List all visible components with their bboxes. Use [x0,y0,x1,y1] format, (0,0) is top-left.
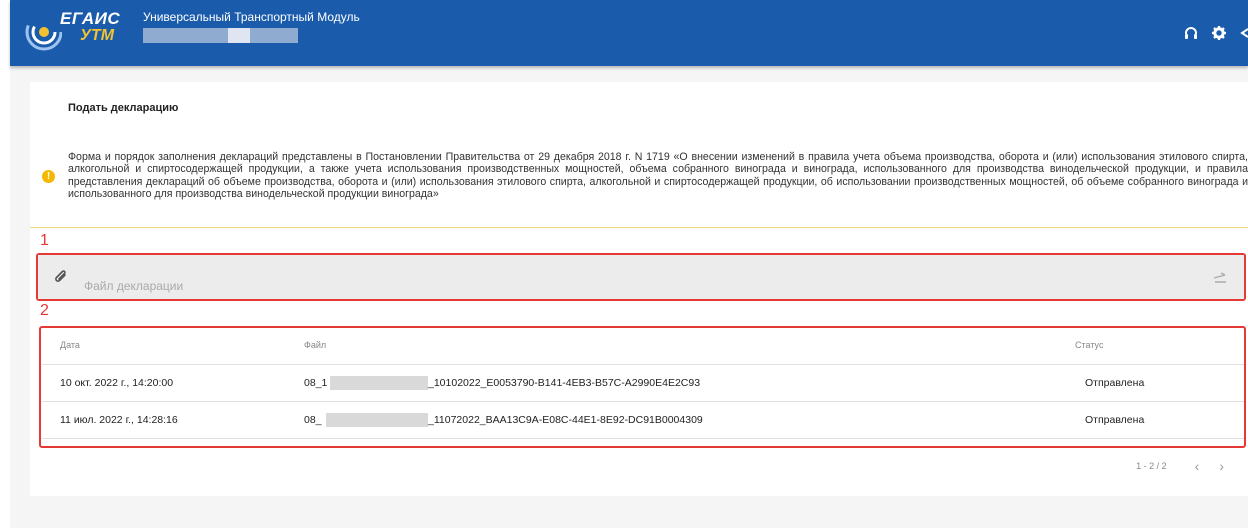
table-row[interactable]: 11 июл. 2022 г., 14:28:16 08_ _11072022_… [42,401,1244,438]
pagination-range: 1 - 2 / 2 [1136,461,1167,471]
app-title: Универсальный Транспортный Модуль [143,10,360,24]
logout-icon[interactable] [1240,26,1248,45]
cell-status: Отправлена [1085,377,1145,389]
logo-swirl-icon [25,13,62,51]
column-header-status[interactable]: Статус [1075,340,1103,350]
prev-page-icon[interactable]: ‹ [1195,458,1200,474]
column-header-date[interactable]: Дата [60,340,80,350]
redacted-org-info [143,28,298,43]
redacted-file-id [330,376,428,390]
main-content: Подать декларацию ! Форма и порядок запо… [30,82,1248,496]
table-row[interactable]: 10 окт. 2022 г., 14:20:00 08_1 _10102022… [42,364,1244,401]
top-bar: ЕГАИС УТМ Универсальный Транспортный Мод… [10,0,1248,66]
next-page-icon[interactable]: › [1219,458,1224,474]
cell-file-suffix: _11072022_BAA13C9A-E08C-44E1-8E92-DC91B0… [428,414,703,426]
logo-text-egais: ЕГАИС [60,9,121,28]
pagination: 1 - 2 / 2 ‹ › [1136,458,1224,474]
cell-file-prefix: 08_1 [304,377,328,389]
notice-divider [30,227,1248,228]
header-actions [1184,26,1248,45]
cell-date: 11 июл. 2022 г., 14:28:16 [60,414,178,426]
logo-text-utm: УТМ [80,27,115,44]
declaration-notice: Форма и порядок заполнения деклараций пр… [68,151,1248,201]
redacted-org-info-part [228,28,250,43]
annotation-number-2: 2 [40,302,49,319]
redacted-file-id [326,413,428,427]
annotation-number-1: 1 [40,232,49,249]
warning-icon: ! [42,170,55,183]
cell-file-prefix: 08_ [304,414,322,426]
send-declaration-icon[interactable] [1212,270,1228,289]
gear-icon[interactable] [1212,26,1226,45]
cell-status: Отправлена [1085,414,1145,426]
paperclip-icon[interactable] [54,269,68,290]
left-edge [0,0,10,528]
cell-file-suffix: _10102022_E0053790-B141-4EB3-B57C-A2990E… [428,377,701,389]
cell-date: 10 окт. 2022 г., 14:20:00 [60,377,174,389]
headset-icon[interactable] [1184,26,1198,45]
table-bottom-border [42,438,1244,439]
file-input-placeholder: Файл декларации [84,279,184,293]
egais-logo[interactable]: ЕГАИС УТМ [22,8,132,56]
file-upload-field[interactable]: Файл декларации [38,255,1244,299]
column-header-file[interactable]: Файл [304,340,326,350]
page-title: Подать декларацию [68,102,179,114]
